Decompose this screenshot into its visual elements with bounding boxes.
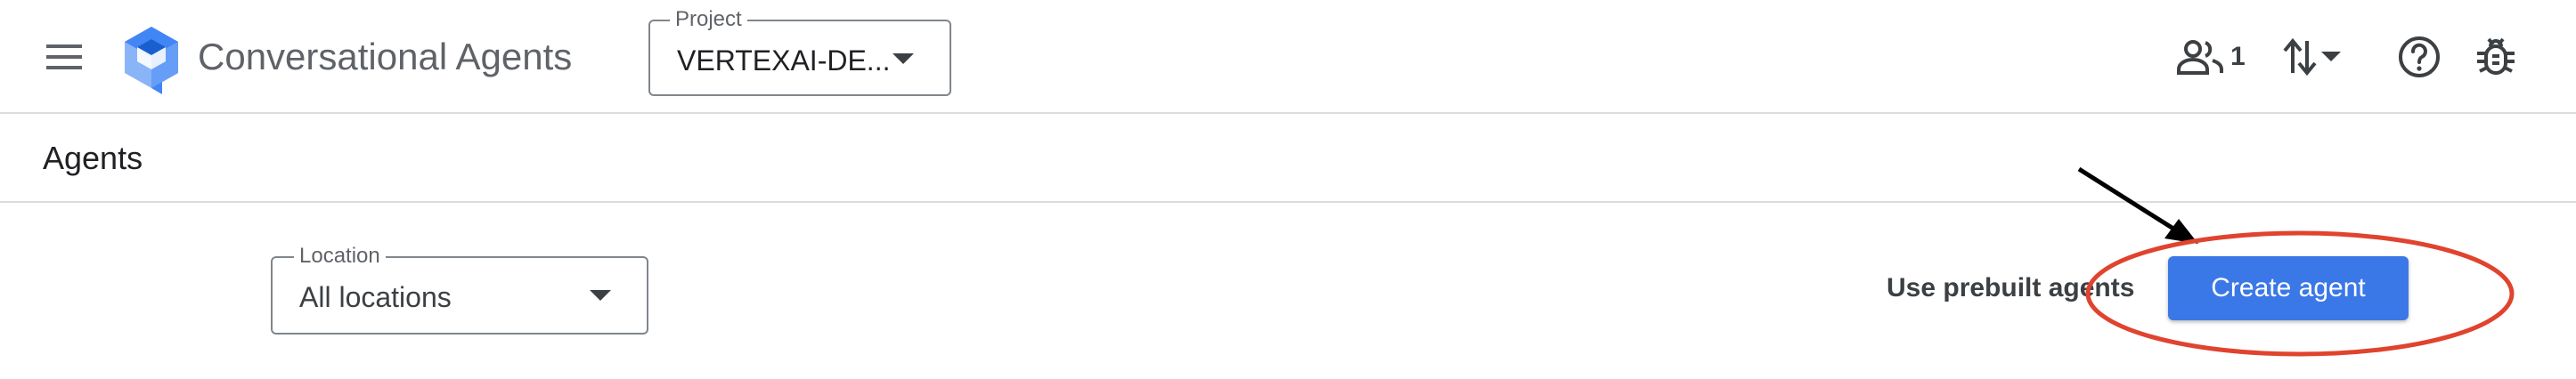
main-menu-button[interactable] xyxy=(39,36,89,78)
swap-vert-icon xyxy=(2283,37,2317,77)
page-header: Agents xyxy=(0,114,2576,203)
active-users-button[interactable]: 1 xyxy=(2177,34,2259,80)
page-title: Agents xyxy=(43,140,143,176)
help-circle-icon xyxy=(2399,36,2440,77)
people-icon xyxy=(2177,40,2223,75)
help-button[interactable] xyxy=(2396,34,2442,80)
location-label: Location xyxy=(294,244,386,269)
hamburger-menu-icon xyxy=(46,44,82,69)
location-selector[interactable]: Location All locations xyxy=(271,244,648,335)
annotation-arrowhead xyxy=(2164,219,2198,244)
dropdown-arrow-icon xyxy=(2321,52,2341,61)
import-export-menu-button[interactable] xyxy=(2282,34,2357,80)
project-selector[interactable]: Project VERTEXAI-DE... xyxy=(648,7,951,96)
dialogflow-logo-icon xyxy=(125,27,178,94)
use-prebuilt-agents-button[interactable]: Use prebuilt agents xyxy=(1887,270,2134,306)
top-app-bar: Conversational Agents Project VERTEXAI-D… xyxy=(0,0,2576,114)
location-value: All locations xyxy=(299,281,452,313)
dropdown-arrow-icon xyxy=(893,53,914,64)
create-agent-button[interactable]: Create agent xyxy=(2168,256,2409,320)
report-bug-button[interactable] xyxy=(2473,34,2519,80)
bug-report-icon xyxy=(2477,37,2515,75)
project-label: Project xyxy=(670,7,747,32)
project-value: VERTEXAI-DE... xyxy=(677,44,891,77)
active-users-count: 1 xyxy=(2230,42,2246,71)
app-title: Conversational Agents xyxy=(198,36,573,77)
dropdown-arrow-icon xyxy=(590,290,611,301)
